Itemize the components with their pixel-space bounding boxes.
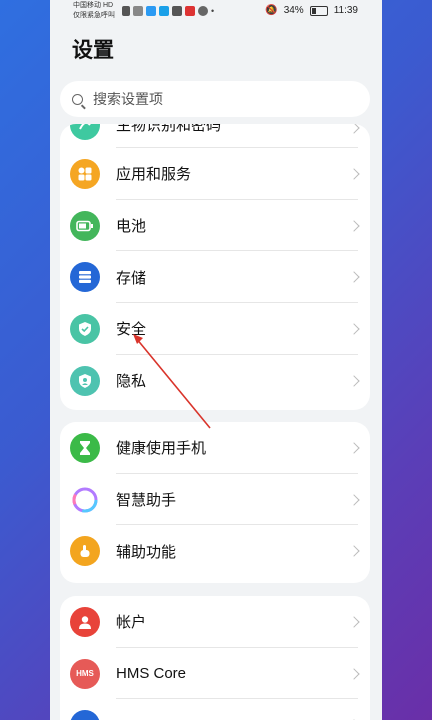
- chevron-right-icon: [348, 374, 360, 387]
- page-title: 设置: [72, 39, 114, 62]
- settings-item-label: 存储: [116, 269, 147, 287]
- hourglass-icon: [70, 432, 100, 463]
- user-icon: [70, 606, 100, 637]
- chevron-right-icon: [348, 545, 360, 557]
- settings-item-partial[interactable]: [60, 699, 370, 720]
- chevron-right-icon: [348, 323, 360, 335]
- storage-icon: [70, 262, 100, 293]
- phone-screen: 中国移动 HD 仅限紧急呼叫 • 🔕 34% 11:39 设置 搜索设置项 生物…: [50, 0, 382, 720]
- settings-item-label: 安全: [116, 321, 147, 339]
- fingerprint-icon: [70, 124, 100, 140]
- settings-item-hms-core[interactable]: HMS HMS Core: [60, 648, 370, 700]
- settings-item-label: 健康使用手机: [116, 440, 207, 458]
- search-bar[interactable]: 搜索设置项: [60, 81, 370, 117]
- carrier-info: 中国移动 HD 仅限紧急呼叫: [73, 1, 115, 21]
- apps-grid-icon: [70, 158, 100, 189]
- app-notification-icon: [185, 6, 195, 16]
- settings-item-privacy[interactable]: 隐私: [60, 355, 370, 407]
- app-notification-icon: [146, 6, 156, 16]
- hms-icon: HMS: [70, 658, 100, 689]
- settings-group-security: 生物识别和密码 应用和服务 电池 存储 安全 隐私: [60, 124, 370, 410]
- settings-item-label: 隐私: [116, 373, 147, 391]
- settings-item-label: 帐户: [116, 614, 147, 632]
- chevron-right-icon: [348, 168, 360, 180]
- notification-icons: •: [122, 6, 214, 16]
- wifi-icon: [133, 6, 143, 16]
- signal-icon: [122, 6, 130, 16]
- settings-item-label: 生物识别和密码: [116, 124, 222, 134]
- hand-icon: [70, 536, 100, 567]
- settings-item-digital-balance[interactable]: 健康使用手机: [60, 422, 370, 474]
- battery-percent: 34%: [283, 5, 304, 16]
- settings-item-biometrics[interactable]: 生物识别和密码: [60, 124, 370, 148]
- settings-item-battery[interactable]: 电池: [60, 200, 370, 252]
- settings-item-label: 辅助功能: [116, 543, 177, 561]
- status-bar: 中国移动 HD 仅限紧急呼叫 • 🔕 34% 11:39: [50, 0, 382, 22]
- settings-item-storage[interactable]: 存储: [60, 251, 370, 304]
- settings-item-assistant[interactable]: 智慧助手: [60, 474, 370, 526]
- mute-bell-icon: 🔕: [265, 5, 278, 16]
- app-notification-icon: [159, 6, 169, 16]
- chevron-right-icon: [348, 667, 360, 680]
- settings-item-accessibility[interactable]: 辅助功能: [60, 525, 370, 577]
- settings-item-label: HMS Core: [116, 665, 187, 683]
- app-notification-icon: [172, 6, 182, 16]
- battery-icon: [309, 5, 328, 16]
- chevron-right-icon: [348, 219, 360, 232]
- settings-group-accounts: 帐户 HMS HMS Core: [60, 596, 370, 720]
- more-dot-icon: •: [211, 6, 215, 16]
- blue-icon: [70, 710, 100, 720]
- status-right: 🔕 34% 11:39: [265, 5, 358, 16]
- settings-item-label: 智慧助手: [116, 492, 177, 510]
- carrier-status: 仅限紧急呼叫: [73, 12, 115, 19]
- shield-check-icon: [70, 313, 100, 344]
- battery-icon: [70, 210, 100, 241]
- chevron-right-icon: [348, 124, 360, 134]
- chevron-right-icon: [348, 442, 360, 454]
- search-icon: [72, 93, 83, 105]
- clock: 11:39: [333, 5, 358, 16]
- carrier-name: 中国移动 HD: [73, 2, 114, 9]
- settings-item-security[interactable]: 安全: [60, 303, 370, 355]
- settings-item-account[interactable]: 帐户: [60, 596, 370, 648]
- chevron-right-icon: [348, 271, 360, 283]
- settings-item-apps[interactable]: 应用和服务: [60, 148, 370, 200]
- search-placeholder: 搜索设置项: [93, 91, 163, 107]
- chevron-right-icon: [348, 493, 360, 506]
- settings-group-wellbeing: 健康使用手机 智慧助手 辅助功能: [60, 422, 370, 583]
- app-notification-icon: [198, 6, 208, 16]
- settings-item-label: 应用和服务: [116, 166, 192, 184]
- chevron-right-icon: [348, 616, 360, 628]
- settings-item-label: 电池: [116, 218, 147, 236]
- assistant-ring-icon: [70, 484, 100, 515]
- privacy-shield-icon: [70, 365, 100, 396]
